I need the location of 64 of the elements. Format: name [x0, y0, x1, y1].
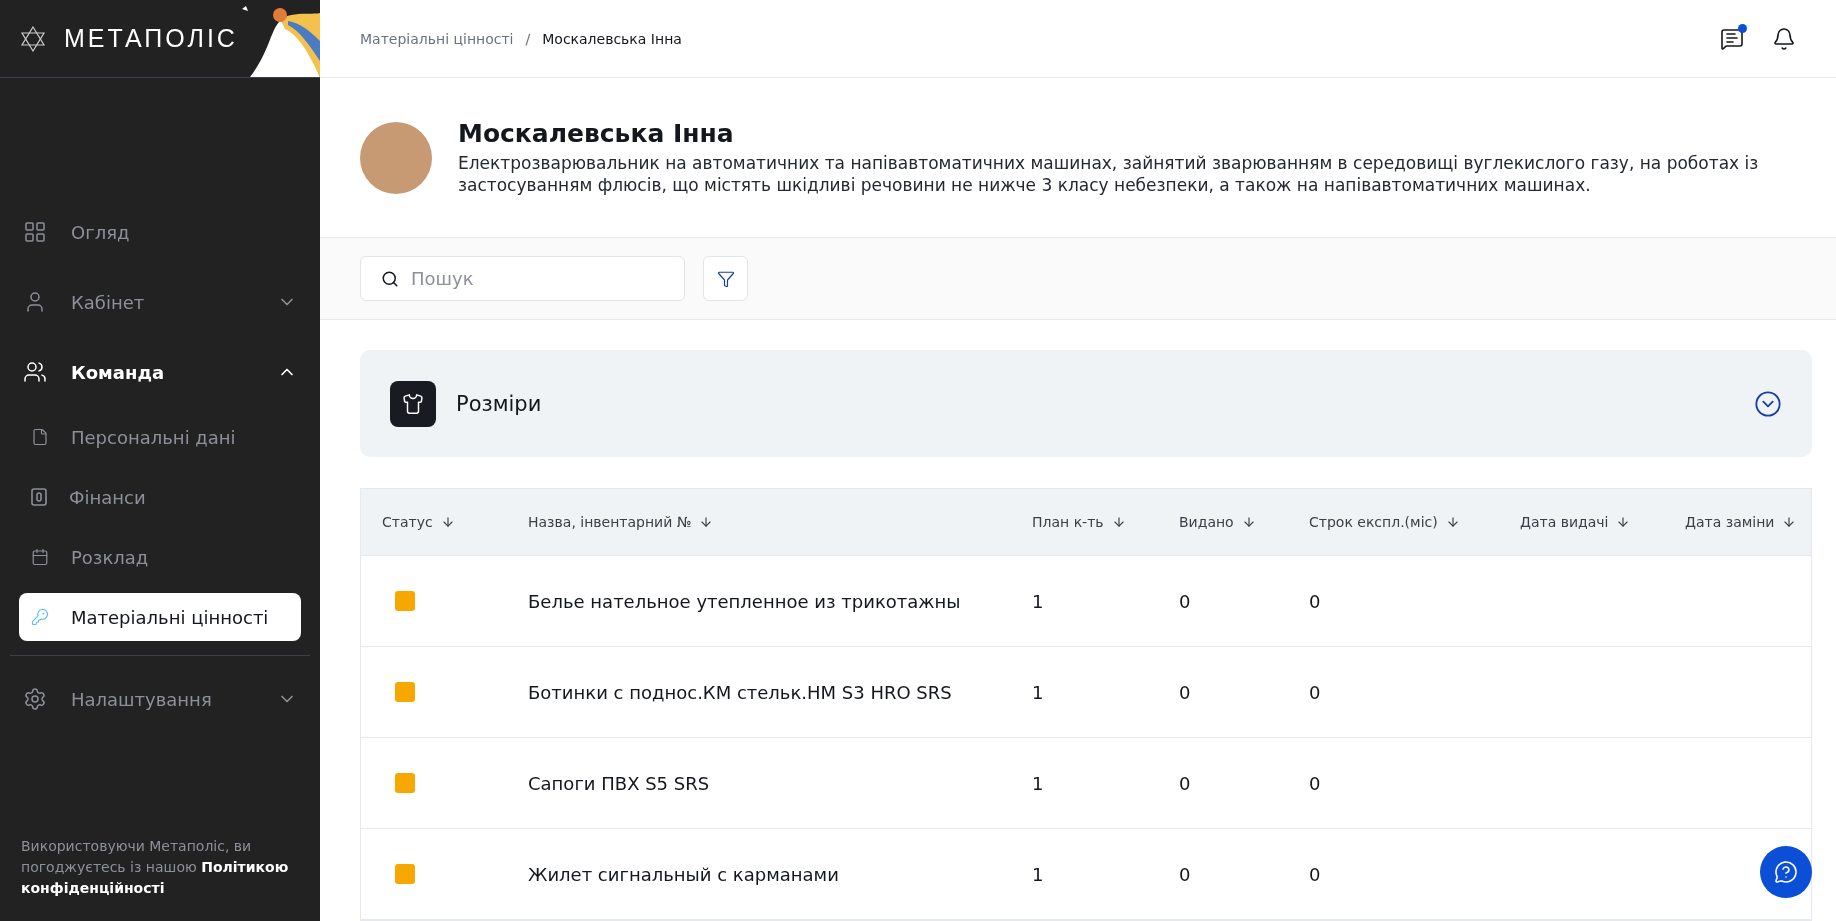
- privacy-note: Використовуючи Метаполіс, ви погоджуєтесь із нашою Політикою конфіденційності: [20, 837, 290, 898]
- nav-item[interactable]: Огляд: [19, 197, 301, 267]
- notifications-button[interactable]: [1772, 26, 1796, 51]
- table-cell-text: Сапоги ПВХ S5 SRS: [528, 772, 711, 794]
- nav-subitem[interactable]: Персональні дані: [19, 413, 301, 461]
- users-icon: [23, 360, 47, 384]
- table-cell-text: 0: [1179, 590, 1192, 612]
- table-cell-text: Ботинки с поднос.КМ стельк.НМ S3 HRO SRS: [528, 681, 953, 703]
- help-icon: [1774, 860, 1798, 884]
- section-title: Розміри: [456, 391, 543, 416]
- breadcrumb-link[interactable]: Москалевська Інна: [542, 30, 682, 47]
- section-header[interactable]: Розміри: [360, 350, 1812, 457]
- column-header[interactable]: План к-ть: [1032, 514, 1179, 530]
- logo-icon: [20, 25, 46, 52]
- table-cell-text: 0: [1179, 681, 1192, 703]
- filter-icon: [716, 269, 735, 288]
- key-icon: [31, 608, 49, 626]
- settings-icon: [23, 687, 47, 711]
- breadcrumb-link[interactable]: Матеріальні цінності: [360, 30, 514, 47]
- table-cell-text: 1: [1032, 863, 1045, 885]
- profile-name: Москалевська Інна: [458, 119, 735, 148]
- table-cell-text: 0: [1309, 863, 1322, 885]
- search-field[interactable]: Пошук: [360, 256, 685, 301]
- nav-subitem[interactable]: Фінанси: [19, 473, 301, 521]
- messages-button[interactable]: [1720, 26, 1744, 51]
- search-input[interactable]: Пошук: [409, 267, 664, 290]
- calendar-icon: [31, 548, 49, 566]
- table-cell-text: 0: [1309, 681, 1322, 703]
- message-icon: [1720, 26, 1744, 51]
- document-icon: [31, 428, 49, 446]
- nav-subitem[interactable]: Розклад: [19, 533, 301, 581]
- column-header[interactable]: Видано: [1179, 514, 1309, 530]
- shirt-drawing: [402, 392, 424, 415]
- column-header[interactable]: Дата видачі: [1520, 514, 1685, 530]
- sort-icon: [1111, 515, 1126, 529]
- profile-position: Електрозварювальник на автоматичних та напівавтоматичних машинах, зайнятий зварюванням в середовищі вуглекислого газу, на роботах із застосуванням флюсів, що містять шкідливі речовини не нижче 3 класу небезпеки, а також на напівавтоматичних машинах.: [458, 152, 1760, 196]
- table-cell-text: 1: [1032, 772, 1045, 794]
- column-header[interactable]: Статус: [382, 514, 528, 530]
- column-header[interactable]: Строк експл.(міс): [1309, 514, 1520, 530]
- nav-item[interactable]: Налаштування: [19, 664, 301, 734]
- sort-icon: [1241, 515, 1256, 529]
- nav-item[interactable]: Кабінет: [19, 267, 301, 337]
- card-icon: [31, 488, 47, 506]
- table-cell-text: 0: [1179, 863, 1192, 885]
- filter-button[interactable]: [703, 256, 748, 301]
- table-cell-text: Жилет сигнальный с карманами: [528, 863, 840, 885]
- search-icon: [381, 269, 399, 288]
- table-cell-text: Белье нательное утепленное из трикотажны: [528, 590, 962, 612]
- help-button[interactable]: [1760, 846, 1812, 898]
- breadcrumb-separator: /: [525, 30, 531, 47]
- logo-text: МЕТАПОЛІС: [64, 24, 238, 53]
- table-cell-text: 0: [1179, 772, 1192, 794]
- grid-icon: [23, 220, 47, 244]
- sort-icon: [1445, 515, 1460, 529]
- nav-item[interactable]: Команда: [19, 337, 301, 407]
- table-cell-text: 0: [1309, 772, 1322, 794]
- column-header[interactable]: Дата заміни: [1685, 514, 1811, 530]
- table-cell-text: 1: [1032, 681, 1045, 703]
- column-header[interactable]: Назва, інвентарний №: [528, 514, 1032, 530]
- nav-subitem[interactable]: Матеріальні цінності: [19, 593, 301, 641]
- sort-icon: [440, 515, 455, 529]
- bell-icon: [1772, 26, 1796, 51]
- table-cell-text: 1: [1032, 590, 1045, 612]
- table-cell-text: 0: [1309, 590, 1322, 612]
